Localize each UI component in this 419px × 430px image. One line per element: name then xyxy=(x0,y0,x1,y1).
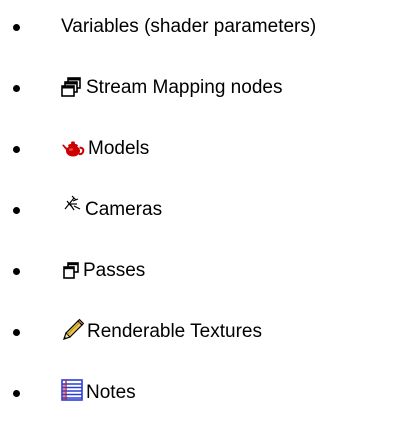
list-item-stream-mapping-nodes: Stream Mapping nodes xyxy=(0,73,419,103)
passes-icon xyxy=(61,261,81,281)
bullet-dot xyxy=(13,145,20,153)
list-item-variables: Variables (shader parameters) xyxy=(0,12,419,42)
list-item-renderable-textures: Renderable Textures xyxy=(0,317,419,347)
bullet-dot xyxy=(13,206,20,214)
list-item-label: Variables (shader parameters) xyxy=(61,16,317,37)
list-item-cameras: Cameras xyxy=(0,195,419,225)
notes-icon xyxy=(61,379,83,401)
list-item-label: Cameras xyxy=(85,199,163,220)
list-item-label: Notes xyxy=(86,382,136,403)
pencil-icon xyxy=(61,318,85,342)
bullet-dot xyxy=(13,267,20,275)
bullet-dot xyxy=(13,328,20,336)
list-item-label: Passes xyxy=(83,260,146,281)
teapot-icon xyxy=(61,139,85,159)
bullet-dot xyxy=(13,389,20,397)
bullet-dot xyxy=(13,84,20,92)
list-item-label: Stream Mapping nodes xyxy=(86,77,283,98)
camera-icon xyxy=(61,194,83,216)
list-item-label: Renderable Textures xyxy=(87,321,262,342)
stacked-windows-icon xyxy=(61,77,83,99)
bullet-dot xyxy=(13,23,20,31)
list-item-passes: Passes xyxy=(0,256,419,286)
list-item-models: Models xyxy=(0,134,419,164)
list-item-notes: Notes xyxy=(0,378,419,408)
list-item-label: Models xyxy=(88,138,150,159)
